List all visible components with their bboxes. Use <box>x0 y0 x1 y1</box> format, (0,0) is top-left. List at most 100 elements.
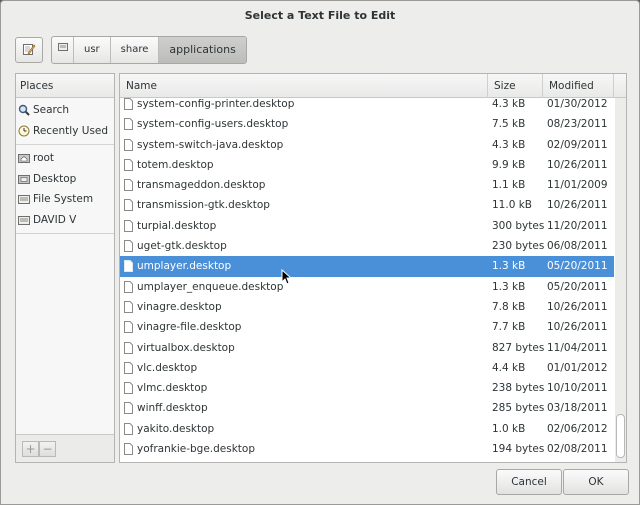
file-modified: 05/20/2011 <box>547 280 608 293</box>
ok-button[interactable]: OK <box>563 469 629 495</box>
remove-bookmark-button[interactable]: − <box>39 441 56 457</box>
file-name: system-config-users.desktop <box>137 118 289 131</box>
drive-icon <box>18 214 30 226</box>
file-modified: 08/23/2011 <box>547 118 608 131</box>
file-list: system-config-printer.desktop 4.3 kB 01/30… <box>119 73 627 463</box>
table-row[interactable]: vinagre.desktop 7.8 kB 10/26/2011 <box>120 297 614 317</box>
table-row[interactable]: umplayer_enqueue.desktop 1.3 kB 05/20/2011 <box>120 277 614 297</box>
crumb-share[interactable]: share <box>111 37 160 63</box>
text-file-icon <box>124 260 133 273</box>
mouse-cursor-icon <box>281 268 293 285</box>
table-row[interactable]: vlmc.desktop 238 bytes 10/10/2011 <box>120 378 614 398</box>
place-file-system[interactable]: File System <box>16 189 114 210</box>
file-name: system-switch-java.desktop <box>137 138 284 151</box>
file-modified: 03/18/2011 <box>547 402 608 415</box>
recent-icon <box>18 125 30 137</box>
place-label: File System <box>33 193 94 206</box>
add-bookmark-button[interactable]: + <box>22 441 39 457</box>
file-rows: system-config-printer.desktop 4.3 kB 01/30… <box>120 94 614 459</box>
text-file-icon <box>124 138 133 151</box>
column-name[interactable]: Name <box>120 74 488 98</box>
table-row[interactable]: totem.desktop 9.9 kB 10/26/2011 <box>120 155 614 175</box>
table-row[interactable]: umplayer.desktop 1.3 kB 05/20/2011 <box>120 256 614 277</box>
type-location-button[interactable] <box>15 37 43 63</box>
crumb-root[interactable] <box>52 37 74 63</box>
file-modified: 10/10/2011 <box>547 382 608 395</box>
table-row[interactable]: yakito.desktop 1.0 kB 02/06/2012 <box>120 419 614 439</box>
text-file-icon <box>124 199 133 212</box>
table-row[interactable]: winff.desktop 285 bytes 03/18/2011 <box>120 398 614 418</box>
file-chooser-dialog: Select a Text File to Edit usr share app… <box>0 0 640 505</box>
crumb-applications[interactable]: applications <box>159 37 246 63</box>
file-size: 1.3 kB <box>492 280 526 293</box>
cancel-button[interactable]: Cancel <box>496 469 562 495</box>
text-file-icon <box>124 382 133 395</box>
search-icon <box>18 104 30 116</box>
text-file-icon <box>124 219 133 232</box>
file-modified: 06/08/2011 <box>547 240 608 253</box>
table-row[interactable]: system-config-users.desktop 7.5 kB 08/23/2… <box>120 114 614 134</box>
file-modified: 10/26/2011 <box>547 158 608 171</box>
table-row[interactable]: transmission-gtk.desktop 11.0 kB 10/26/201… <box>120 195 614 215</box>
place-label: root <box>33 152 55 165</box>
file-size: 230 bytes <box>492 240 545 253</box>
column-modified[interactable]: Modified <box>543 74 614 98</box>
place-label: DAVID V <box>33 213 77 226</box>
file-modified: 11/01/2009 <box>547 179 608 192</box>
file-size: 11.0 kB <box>492 199 533 212</box>
dialog-title: Select a Text File to Edit <box>244 9 396 22</box>
file-modified: 02/06/2012 <box>547 422 608 435</box>
breadcrumb: usr share applications <box>51 36 247 64</box>
text-file-icon <box>124 158 133 171</box>
file-size: 300 bytes <box>492 219 545 232</box>
file-name: transmageddon.desktop <box>137 179 266 192</box>
file-size: 285 bytes <box>492 402 545 415</box>
table-row[interactable]: system-switch-java.desktop 4.3 kB 02/09/20… <box>120 135 614 155</box>
file-size: 194 bytes <box>492 443 545 456</box>
file-name: transmission-gtk.desktop <box>137 199 270 212</box>
file-modified: 02/08/2011 <box>547 443 608 456</box>
crumb-usr[interactable]: usr <box>74 37 111 63</box>
table-row[interactable]: virtualbox.desktop 827 bytes 11/04/2011 <box>120 338 614 358</box>
file-name: umplayer.desktop <box>137 260 232 273</box>
file-modified: 01/01/2012 <box>547 361 608 374</box>
file-name: vinagre-file.desktop <box>137 321 242 334</box>
column-size[interactable]: Size <box>488 74 543 98</box>
file-size: 4.4 kB <box>492 361 526 374</box>
drive-icon <box>18 193 30 205</box>
table-row[interactable]: yofrankie-bge.desktop 194 bytes 02/08/2011 <box>120 439 614 459</box>
file-name: vinagre.desktop <box>137 300 222 313</box>
places-header[interactable]: Places <box>16 74 114 98</box>
place-search[interactable]: Search <box>16 100 114 121</box>
file-size: 827 bytes <box>492 341 545 354</box>
table-row[interactable]: vinagre-file.desktop 7.7 kB 10/26/2011 <box>120 317 614 337</box>
place-root[interactable]: root <box>16 148 114 169</box>
file-size: 1.3 kB <box>492 260 526 273</box>
home-folder-icon <box>18 152 30 164</box>
table-row[interactable]: vlc.desktop 4.4 kB 01/01/2012 <box>120 358 614 378</box>
file-name: vlc.desktop <box>137 361 198 374</box>
file-size: 7.5 kB <box>492 118 526 131</box>
file-modified: 05/20/2011 <box>547 260 608 273</box>
text-file-icon <box>124 179 133 192</box>
file-size: 9.9 kB <box>492 158 526 171</box>
table-row[interactable]: turpial.desktop 300 bytes 11/20/2011 <box>120 216 614 236</box>
place-desktop[interactable]: Desktop <box>16 169 114 190</box>
text-file-icon <box>124 402 133 415</box>
file-size: 1.1 kB <box>492 179 526 192</box>
scrollbar-thumb[interactable] <box>616 414 625 458</box>
file-name: totem.desktop <box>137 158 214 171</box>
place-recently-used[interactable]: Recently Used <box>16 121 114 142</box>
place-label: Search <box>33 104 70 117</box>
file-modified: 02/09/2011 <box>547 138 608 151</box>
file-name: umplayer_enqueue.desktop <box>137 280 284 293</box>
place-label: Recently Used <box>33 124 109 137</box>
places-separator <box>16 144 114 145</box>
table-row[interactable]: uget-gtk.desktop 230 bytes 06/08/2011 <box>120 236 614 256</box>
text-file-icon <box>124 341 133 354</box>
table-row[interactable]: transmageddon.desktop 1.1 kB 11/01/2009 <box>120 175 614 195</box>
vertical-scrollbar[interactable] <box>615 98 626 462</box>
file-name: yakito.desktop <box>137 422 215 435</box>
drive-icon <box>57 37 68 63</box>
place-david-v[interactable]: DAVID V <box>16 210 114 231</box>
